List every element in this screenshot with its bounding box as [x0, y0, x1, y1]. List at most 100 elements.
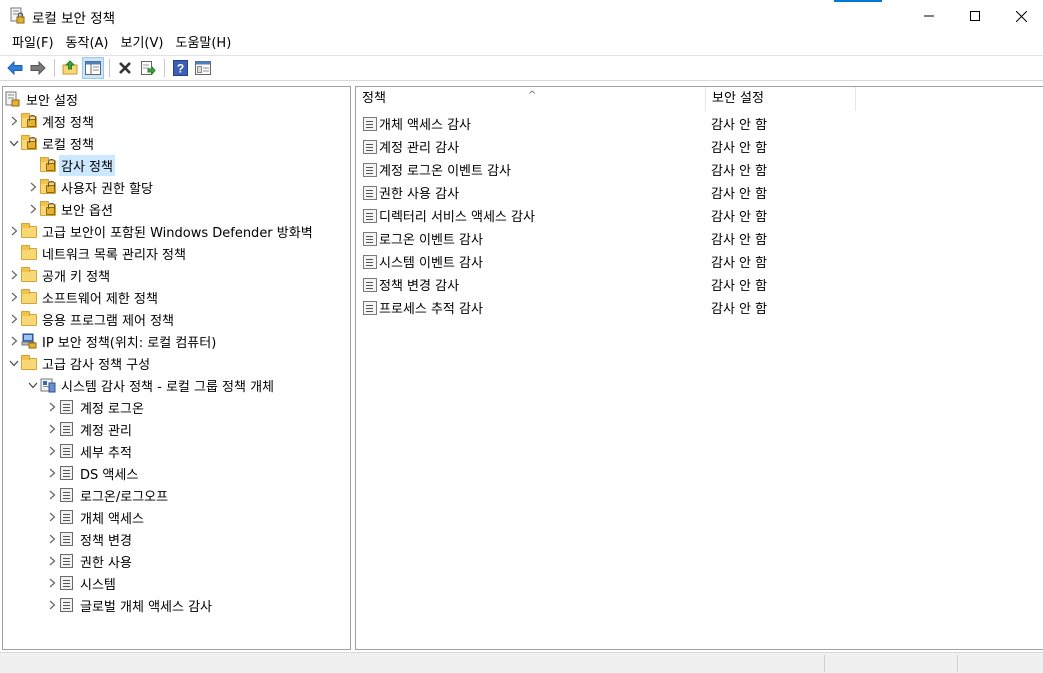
policy-name: 디렉터리 서비스 액세스 감사 — [379, 210, 535, 225]
tree-item[interactable]: 공개 키 정책 — [7, 264, 112, 286]
chevron-right-icon[interactable] — [45, 572, 59, 594]
delete-button[interactable] — [114, 57, 136, 79]
chevron-right-icon[interactable] — [7, 330, 21, 352]
chevron-right-icon[interactable] — [45, 462, 59, 484]
tree-item-label: 로그온/로그오프 — [80, 489, 169, 505]
status-separator — [824, 655, 825, 672]
policy-name: 계정 로그온 이벤트 감사 — [379, 164, 511, 179]
policy-row[interactable]: 디렉터리 서비스 액세스 감사 감사 안 함 — [356, 204, 767, 227]
chevron-right-icon[interactable] — [7, 308, 21, 330]
chevron-right-icon[interactable] — [7, 220, 21, 242]
chevron-right-icon[interactable] — [45, 396, 59, 418]
policy-icon — [363, 208, 377, 223]
forward-button[interactable] — [27, 57, 49, 79]
chevron-right-icon[interactable] — [45, 484, 59, 506]
menu-file[interactable]: 파일(F) — [6, 33, 60, 55]
chevron-right-icon[interactable] — [45, 594, 59, 616]
chevron-right-icon[interactable] — [7, 286, 21, 308]
close-button[interactable] — [998, 0, 1043, 32]
policy-row[interactable]: 계정 로그온 이벤트 감사 감사 안 함 — [356, 158, 767, 181]
folder-lock-icon — [21, 113, 37, 129]
tree-item[interactable]: 네트워크 목록 관리자 정책 — [7, 242, 188, 264]
chevron-right-icon[interactable] — [26, 176, 40, 198]
tree-item[interactable]: 계정 관리 — [45, 418, 134, 440]
chevron-right-icon[interactable] — [45, 506, 59, 528]
tree-item[interactable]: 고급 감사 정책 구성 — [7, 352, 152, 374]
audit-icon — [59, 487, 75, 503]
policy-row[interactable]: 권한 사용 감사 감사 안 함 — [356, 181, 767, 204]
policy-row[interactable]: 로그온 이벤트 감사 감사 안 함 — [356, 227, 767, 250]
audit-icon — [59, 399, 75, 415]
tree-item-label: 보안 옵션 — [61, 203, 113, 219]
tree-item[interactable]: IP 보안 정책(위치: 로컬 컴퓨터) — [7, 330, 218, 352]
menu-view[interactable]: 보기(V) — [115, 33, 170, 55]
tree-item[interactable]: 글로벌 개체 액세스 감사 — [45, 594, 214, 616]
help-button[interactable]: ? — [169, 57, 191, 79]
tree-item[interactable]: 사용자 권한 할당 — [26, 176, 155, 198]
tree-item[interactable]: 시스템 감사 정책 - 로컬 그룹 정책 개체 — [26, 374, 276, 396]
policy-row[interactable]: 개체 액세스 감사 감사 안 함 — [356, 112, 767, 135]
tree-item[interactable]: 계정 로그온 — [45, 396, 146, 418]
minimize-button[interactable] — [906, 0, 952, 32]
policy-name: 권한 사용 감사 — [379, 187, 460, 202]
tree-item-label: 계정 관리 — [80, 423, 132, 439]
tree-item[interactable]: 응용 프로그램 제어 정책 — [7, 308, 176, 330]
tree-item[interactable]: 로컬 정책 — [7, 132, 96, 154]
tree-item[interactable]: 소프트웨어 제한 정책 — [7, 286, 160, 308]
tree-item[interactable]: 고급 보안이 포함된 Windows Defender 방화벽 — [7, 220, 315, 242]
tree-item[interactable]: 보안 옵션 — [26, 198, 115, 220]
export-list-button[interactable] — [137, 57, 159, 79]
policy-row[interactable]: 프로세스 추적 감사 감사 안 함 — [356, 296, 767, 319]
audit-icon — [59, 575, 75, 591]
tree-item[interactable]: 계정 정책 — [7, 110, 96, 132]
properties-button[interactable] — [192, 57, 214, 79]
security-settings-icon — [5, 91, 21, 107]
policy-row[interactable]: 시스템 이벤트 감사 감사 안 함 — [356, 250, 767, 273]
chevron-right-icon[interactable] — [7, 110, 21, 132]
folder-icon — [21, 267, 37, 283]
menu-bar: 파일(F) 동작(A) 보기(V) 도움말(H) — [0, 32, 1043, 56]
column-header-policy[interactable]: 정책 ^ — [356, 87, 706, 111]
tree-item[interactable]: DS 액세스 — [45, 462, 140, 484]
chevron-right-icon[interactable] — [26, 198, 40, 220]
status-bar — [0, 652, 1043, 673]
chevron-right-icon[interactable] — [45, 550, 59, 572]
tree-item[interactable]: 개체 액세스 — [45, 506, 146, 528]
chevron-down-icon[interactable] — [7, 352, 21, 374]
tree-pane[interactable]: 보안 설정 계정 정책 로컬 정책 감사 정책 사용자 권한 할당보안 옵션 고급 보안… — [2, 86, 351, 650]
chevron-down-icon[interactable] — [7, 132, 21, 154]
chevron-down-icon[interactable] — [26, 374, 40, 396]
tree-item[interactable]: 정책 변경 — [45, 528, 134, 550]
chevron-right-icon[interactable] — [45, 440, 59, 462]
tree-item-label: 감사 정책 — [59, 154, 115, 176]
tree-root[interactable]: 보안 설정 — [5, 88, 80, 110]
policy-setting: 감사 안 함 — [711, 210, 768, 225]
tree-item-label: 고급 감사 정책 구성 — [42, 357, 151, 373]
audit-icon — [59, 597, 75, 613]
policy-name: 정책 변경 감사 — [379, 279, 460, 294]
policy-row[interactable]: 계정 관리 감사 감사 안 함 — [356, 135, 767, 158]
ip-security-icon — [21, 333, 37, 349]
audit-icon — [59, 531, 75, 547]
folder-icon — [21, 355, 37, 371]
tree-item[interactable]: 권한 사용 — [45, 550, 134, 572]
tree-item[interactable]: 로그온/로그오프 — [45, 484, 170, 506]
list-pane[interactable]: 정책 ^ 보안 설정 개체 액세스 감사 감사 안 함 계정 관리 감사 감사 안 함… — [355, 86, 1043, 650]
properties-icon — [195, 61, 211, 75]
chevron-right-icon[interactable] — [45, 528, 59, 550]
tree-item[interactable]: 세부 추적 — [45, 440, 134, 462]
show-hide-tree-button[interactable] — [82, 57, 104, 79]
maximize-button[interactable] — [952, 0, 998, 32]
back-button[interactable] — [4, 57, 26, 79]
menu-help[interactable]: 도움말(H) — [169, 33, 237, 55]
tree-item[interactable]: 감사 정책 — [26, 154, 115, 176]
up-level-button[interactable] — [59, 57, 81, 79]
title-bar: 로컬 보안 정책 — [0, 0, 1043, 32]
chevron-right-icon[interactable] — [7, 264, 21, 286]
policy-row[interactable]: 정책 변경 감사 감사 안 함 — [356, 273, 767, 296]
column-header-security-setting[interactable]: 보안 설정 — [706, 87, 856, 111]
tree-item[interactable]: 시스템 — [45, 572, 118, 594]
chevron-right-icon[interactable] — [45, 418, 59, 440]
menu-action[interactable]: 동작(A) — [60, 33, 115, 55]
tree-item-label: 글로벌 개체 액세스 감사 — [80, 599, 212, 615]
